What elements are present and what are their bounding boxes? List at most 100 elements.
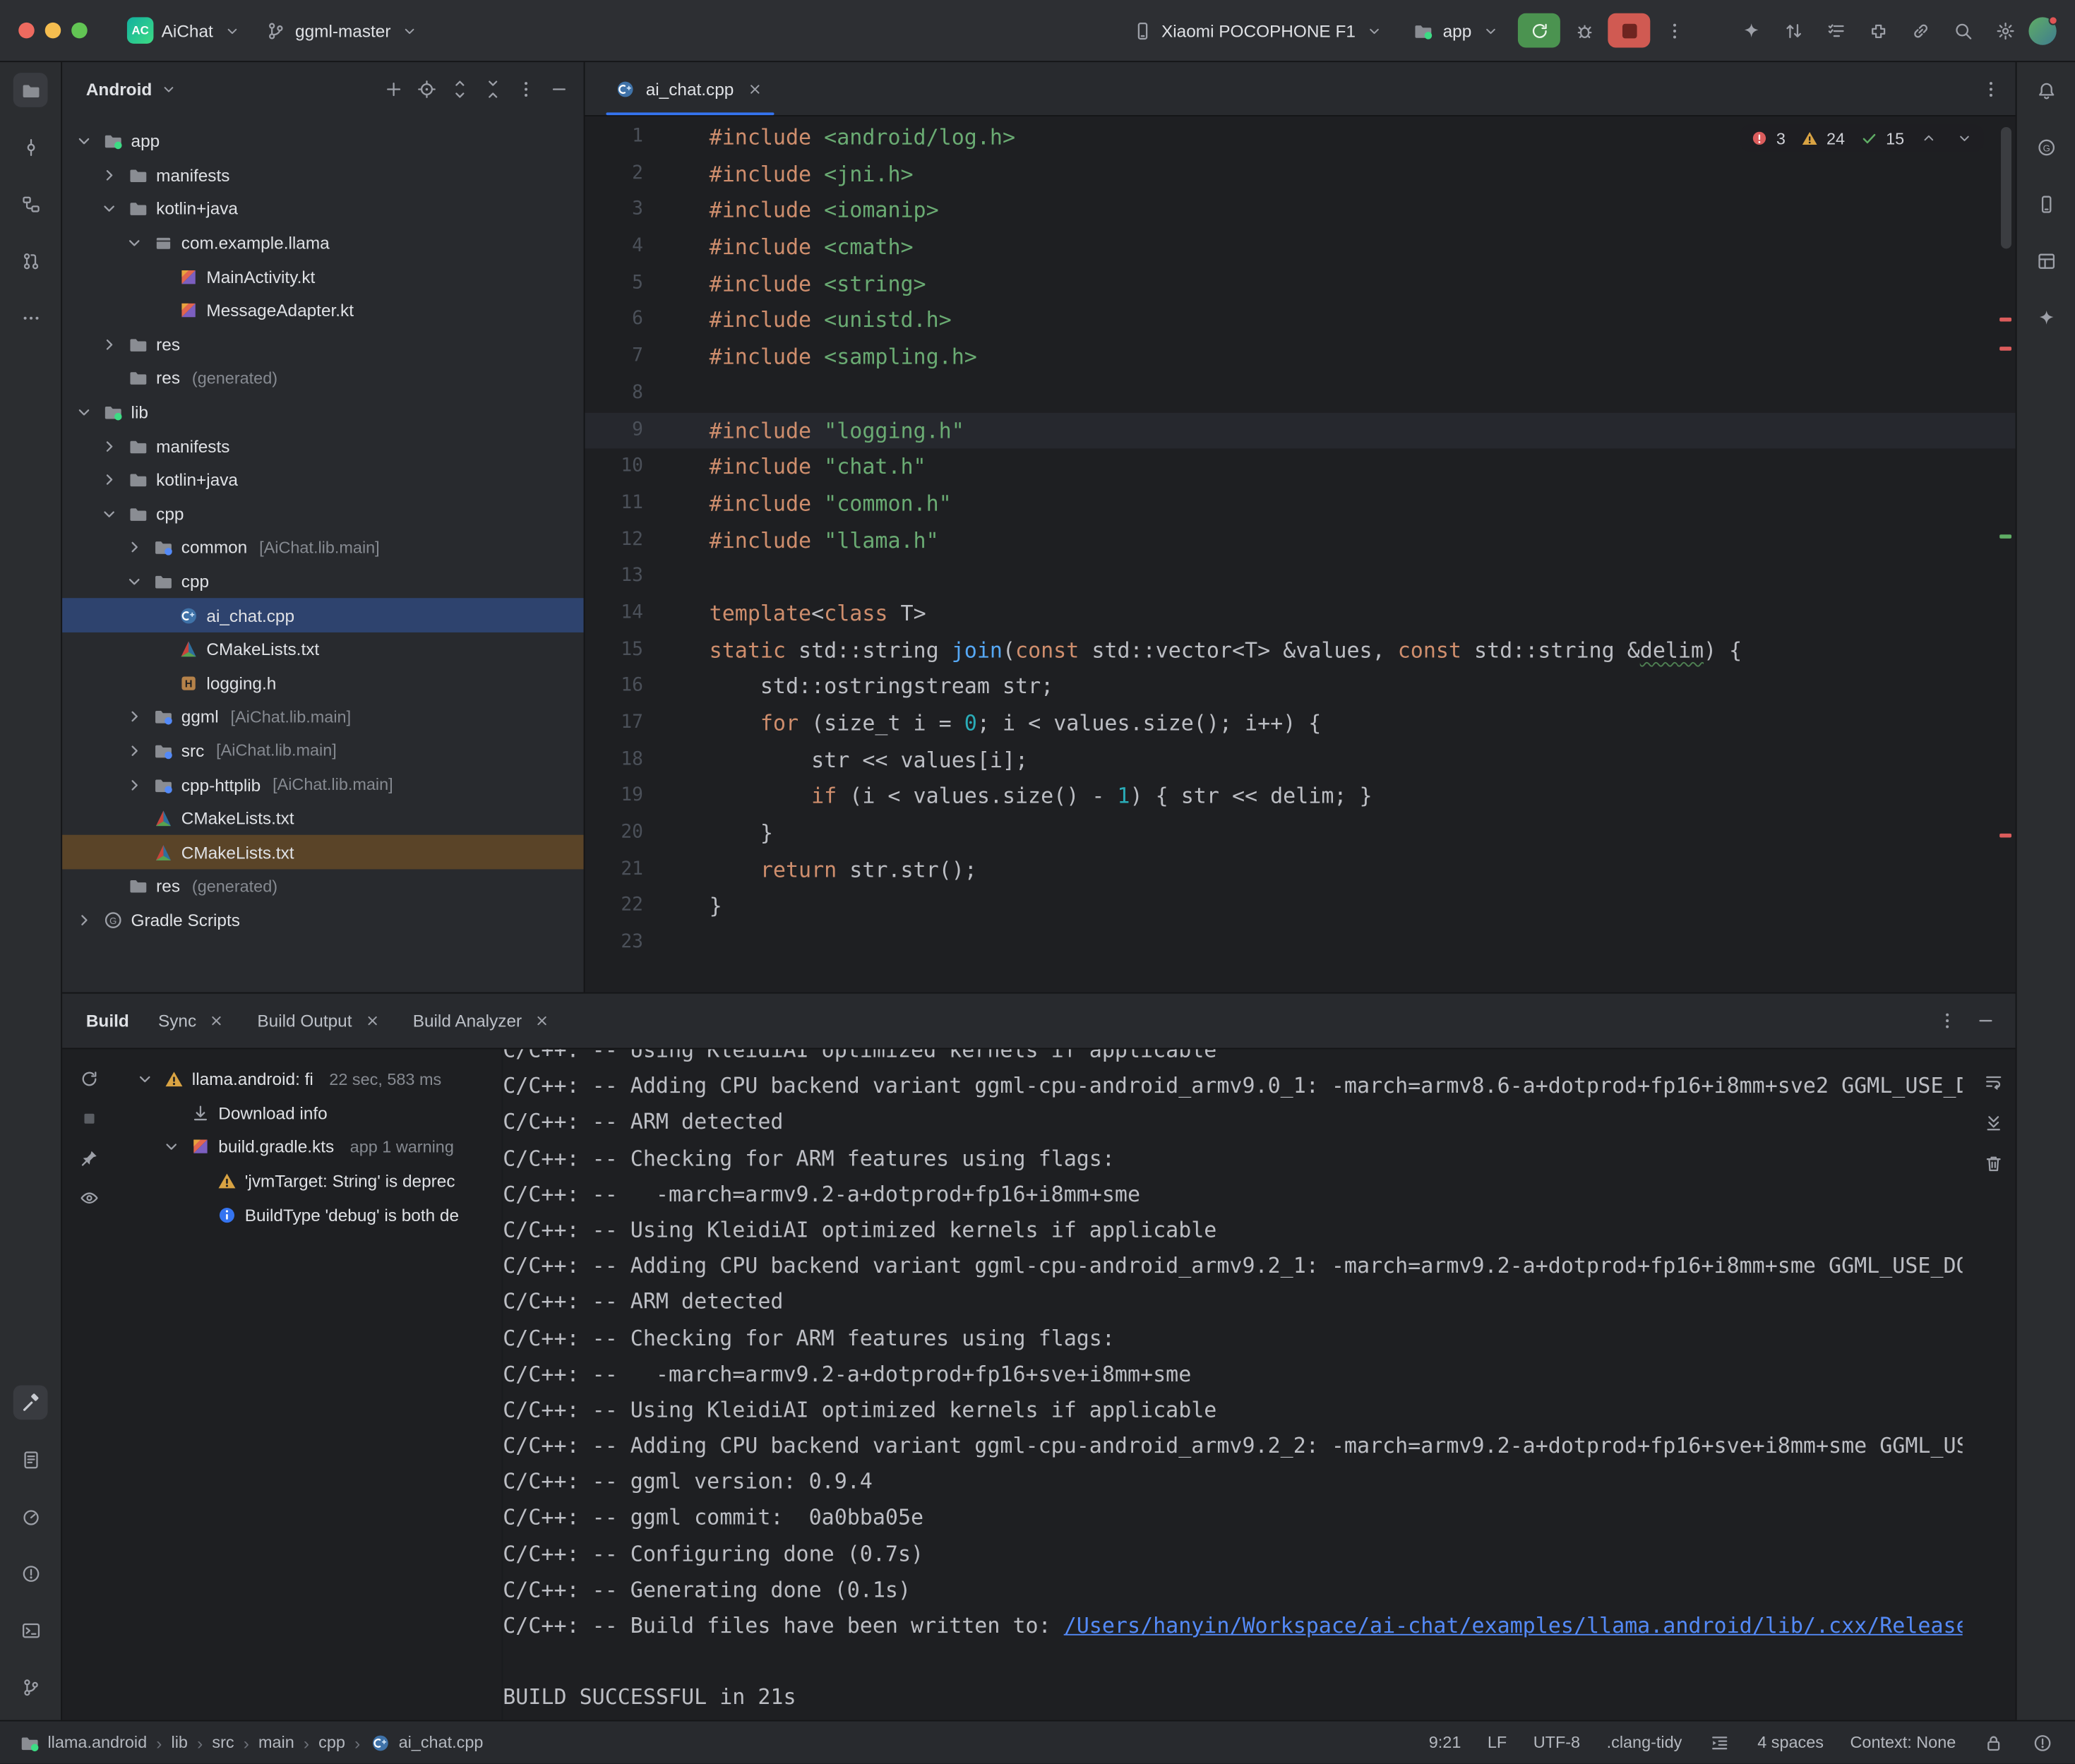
- line-number[interactable]: 4: [585, 229, 642, 265]
- soft-wrap-icon[interactable]: [1983, 1070, 2005, 1093]
- close-tab-icon[interactable]: [205, 1009, 228, 1032]
- tree-item-manifests[interactable]: manifests: [62, 158, 583, 192]
- tree-item-res[interactable]: res(generated): [62, 361, 583, 395]
- chevron-right-icon[interactable]: [123, 706, 145, 728]
- build-tab-build-output[interactable]: Build Output: [257, 1009, 383, 1032]
- tree-item-cmakelists-txt[interactable]: CMakeLists.txt: [62, 836, 583, 870]
- build-tab-build-analyzer[interactable]: Build Analyzer: [413, 1009, 554, 1032]
- code-line[interactable]: 7#include <sampling.h>: [585, 339, 2015, 376]
- code-area[interactable]: 1#include <android/log.h>2#include <jni.…: [585, 116, 2015, 992]
- chevron-down-icon[interactable]: [133, 1068, 156, 1091]
- code-line[interactable]: 19 if (i < values.size() - 1) { str << d…: [585, 779, 2015, 815]
- line-number[interactable]: 21: [585, 852, 642, 889]
- tree-item-lib[interactable]: lib: [62, 395, 583, 429]
- code-line[interactable]: 17 for (size_t i = 0; i < values.size();…: [585, 705, 2015, 742]
- tree-item-ai-chat-cpp[interactable]: ai_chat.cpp: [62, 599, 583, 632]
- stop-button[interactable]: [1608, 13, 1650, 48]
- assistant-tool-button[interactable]: [2028, 300, 2063, 335]
- search-everywhere-button[interactable]: [1944, 12, 1980, 49]
- passed-count[interactable]: 15: [1858, 127, 1904, 150]
- code-line[interactable]: 14template<class T>: [585, 595, 2015, 632]
- line-number[interactable]: 17: [585, 705, 642, 742]
- tree-item-res[interactable]: res(generated): [62, 870, 583, 904]
- code-line[interactable]: 8: [585, 376, 2015, 412]
- inspections-widget[interactable]: 3 24 15: [1740, 124, 1983, 152]
- tree-item-manifests[interactable]: manifests: [62, 429, 583, 463]
- caret-position[interactable]: 9:21: [1429, 1733, 1461, 1751]
- debug-button[interactable]: [1565, 12, 1602, 49]
- chevron-right-icon[interactable]: [123, 774, 145, 796]
- chevron-right-icon[interactable]: [123, 536, 145, 559]
- structure-tool-button[interactable]: [13, 186, 48, 221]
- encoding-widget[interactable]: UTF-8: [1533, 1733, 1580, 1751]
- code-line[interactable]: 9#include "logging.h": [585, 412, 2015, 449]
- error-stripe-mark[interactable]: [1999, 834, 2011, 838]
- code-line[interactable]: 22}: [585, 889, 2015, 925]
- code-line[interactable]: 20 }: [585, 815, 2015, 852]
- line-number[interactable]: 8: [585, 376, 642, 412]
- chevron-down-icon[interactable]: [98, 503, 121, 525]
- line-number[interactable]: 13: [585, 558, 642, 595]
- tree-item-cpp[interactable]: cpp: [62, 497, 583, 531]
- build-tree-item-build-gradle-kts[interactable]: build.gradle.ktsapp 1 warning: [115, 1130, 501, 1164]
- run-config-selector[interactable]: app: [1402, 14, 1513, 47]
- tree-item-messageadapter-kt[interactable]: MessageAdapter.kt: [62, 294, 583, 328]
- rerun-button[interactable]: [1518, 13, 1560, 48]
- pin-icon[interactable]: [78, 1147, 100, 1170]
- zoom-window-button[interactable]: [71, 23, 87, 38]
- breadcrumb-item-src[interactable]: src: [212, 1733, 234, 1751]
- project-widget[interactable]: AC AiChat: [116, 12, 254, 49]
- code-line[interactable]: 18 str << values[i];: [585, 742, 2015, 779]
- tree-item-cmakelists-txt[interactable]: CMakeLists.txt: [62, 802, 583, 836]
- project-tool-button[interactable]: [13, 73, 48, 107]
- context-widget[interactable]: Context: None: [1850, 1733, 1956, 1751]
- close-tab-icon[interactable]: [361, 1009, 384, 1032]
- chevron-right-icon[interactable]: [123, 740, 145, 762]
- tree-item-mainactivity-kt[interactable]: MainActivity.kt: [62, 260, 583, 294]
- tree-item-common[interactable]: common[AiChat.lib.main]: [62, 531, 583, 565]
- chevron-right-icon[interactable]: [98, 333, 121, 356]
- chevron-right-icon[interactable]: [98, 164, 121, 186]
- expand-all-icon[interactable]: [448, 78, 471, 101]
- next-issue-icon[interactable]: [1954, 127, 1976, 150]
- tree-item-cpp-httplib[interactable]: cpp-httplib[AiChat.lib.main]: [62, 768, 583, 802]
- tree-item-cpp[interactable]: cpp: [62, 565, 583, 599]
- breadcrumb-item-main[interactable]: main: [258, 1733, 294, 1751]
- code-line[interactable]: 4#include <cmath>: [585, 229, 2015, 265]
- line-number[interactable]: 12: [585, 522, 642, 559]
- code-line[interactable]: 10#include "chat.h": [585, 449, 2015, 486]
- locate-file-icon[interactable]: [416, 78, 438, 101]
- indent-icon[interactable]: [1709, 1732, 1731, 1754]
- tree-item-app[interactable]: app: [62, 124, 583, 158]
- clear-console-icon[interactable]: [1983, 1153, 2005, 1175]
- build-tab-sync[interactable]: Sync: [158, 1009, 228, 1032]
- tree-item-logging-h[interactable]: Hlogging.h: [62, 666, 583, 700]
- code-line[interactable]: 6#include <unistd.h>: [585, 302, 2015, 339]
- tree-item-cmakelists-txt[interactable]: CMakeLists.txt: [62, 632, 583, 666]
- warning-count[interactable]: 24: [1799, 127, 1845, 150]
- code-line[interactable]: 2#include <jni.h>: [585, 156, 2015, 193]
- line-number[interactable]: 20: [585, 815, 642, 852]
- line-number[interactable]: 2: [585, 156, 642, 193]
- tree-item-src[interactable]: src[AiChat.lib.main]: [62, 734, 583, 768]
- line-number[interactable]: 18: [585, 742, 642, 779]
- build-console[interactable]: C/C++: -- Using KleidiAI optimized kerne…: [503, 1049, 2015, 1720]
- line-number[interactable]: 10: [585, 449, 642, 486]
- layout-inspector-tool-button[interactable]: [2028, 244, 2063, 278]
- line-number[interactable]: 16: [585, 668, 642, 705]
- editor-tab-ai-chat-cpp[interactable]: ai_chat.cpp: [601, 62, 779, 115]
- code-line[interactable]: 11#include "common.h": [585, 486, 2015, 522]
- build-window-title[interactable]: Build: [86, 1011, 129, 1031]
- line-separator-widget[interactable]: LF: [1488, 1733, 1507, 1751]
- close-tab-icon[interactable]: [743, 78, 765, 100]
- tree-item-res[interactable]: res: [62, 328, 583, 361]
- tree-item-kotlin-java[interactable]: kotlin+java: [62, 192, 583, 226]
- chevron-down-icon[interactable]: [98, 198, 121, 220]
- build-options-icon[interactable]: [1936, 1009, 1959, 1032]
- error-stripe[interactable]: [1997, 116, 2015, 992]
- build-tool-button[interactable]: [13, 1385, 48, 1420]
- pull-requests-tool-button[interactable]: [13, 244, 48, 278]
- breadcrumb-item-cpp[interactable]: cpp: [318, 1733, 345, 1751]
- version-control-tool-button[interactable]: [13, 1669, 48, 1704]
- notifications-tool-button[interactable]: [2028, 73, 2063, 107]
